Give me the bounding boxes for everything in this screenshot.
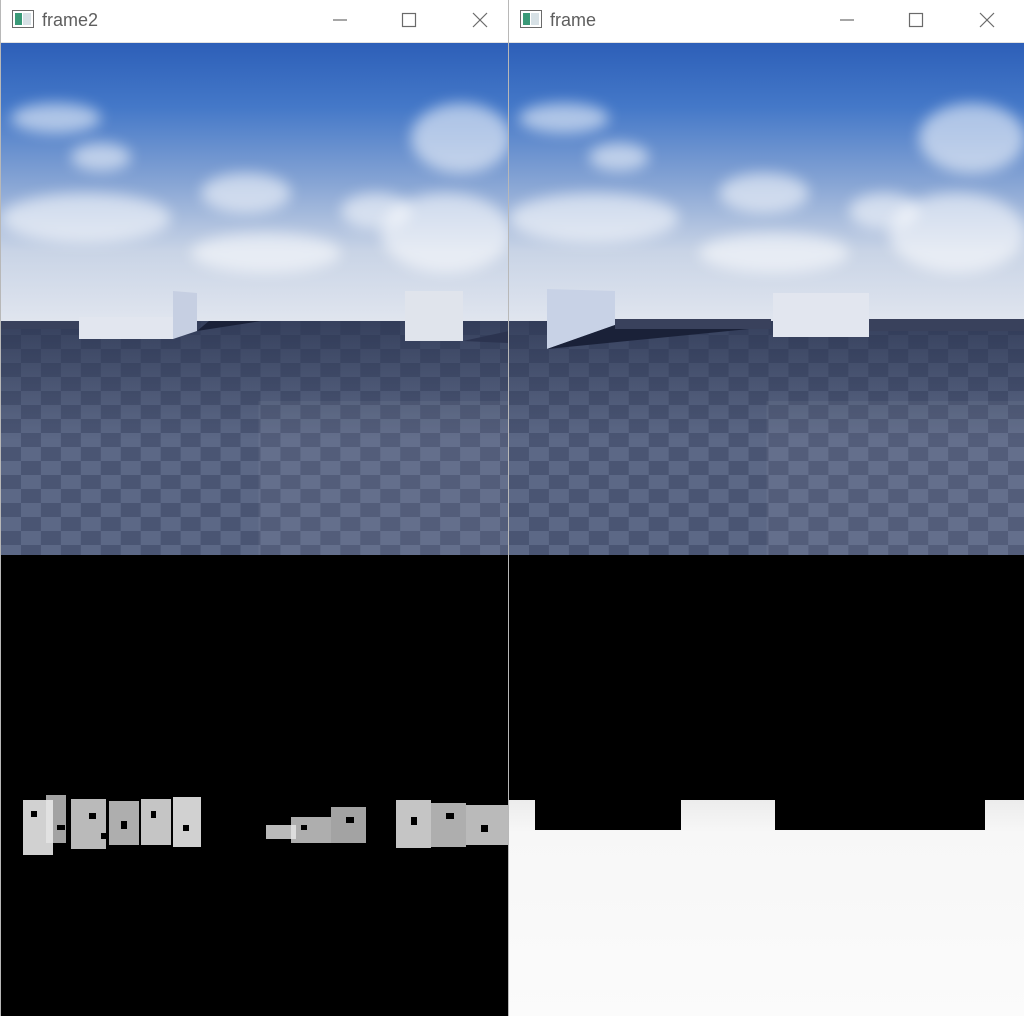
title-bar[interactable]: frame xyxy=(509,0,1024,43)
checker-floor xyxy=(509,321,1024,555)
app-window-icon xyxy=(12,10,34,28)
disparity-view xyxy=(1,555,508,1016)
scene-walls xyxy=(1,291,508,343)
scene-walls xyxy=(547,289,1024,349)
rgb-view xyxy=(1,43,508,555)
close-icon[interactable] xyxy=(467,8,493,32)
maximize-icon[interactable] xyxy=(903,8,929,32)
depth-view xyxy=(509,555,1024,1016)
checker-floor xyxy=(1,321,508,555)
depth-map xyxy=(509,800,1024,1016)
app-window-icon xyxy=(520,10,542,28)
minimize-icon[interactable] xyxy=(327,8,353,32)
close-icon[interactable] xyxy=(974,8,1000,32)
title-bar[interactable]: frame2 xyxy=(1,0,508,43)
window-frame2[interactable]: frame2 xyxy=(0,0,508,1016)
disparity-noise xyxy=(23,795,508,855)
window-title: frame xyxy=(550,10,597,30)
window-frame[interactable]: frame xyxy=(508,0,1024,1016)
minimize-icon[interactable] xyxy=(834,8,860,32)
maximize-icon[interactable] xyxy=(396,8,422,32)
rgb-view xyxy=(509,43,1024,555)
window-title: frame2 xyxy=(42,10,99,30)
